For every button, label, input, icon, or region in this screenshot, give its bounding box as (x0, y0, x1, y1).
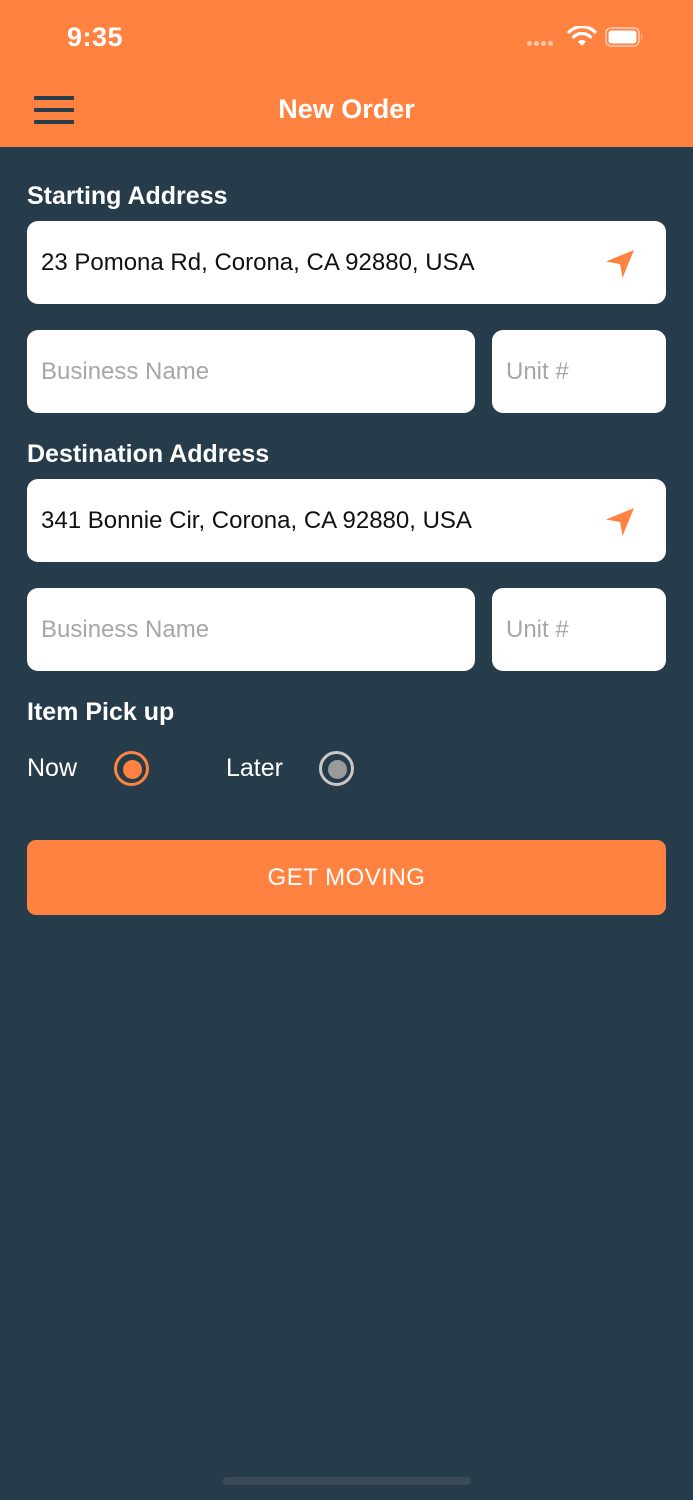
destination-unit-input[interactable] (506, 588, 652, 671)
pickup-later-label: Later (226, 754, 283, 782)
pickup-now-label: Now (27, 754, 78, 782)
wifi-icon (567, 26, 597, 46)
starting-address-label: Starting Address (27, 182, 228, 210)
home-indicator (223, 1477, 471, 1485)
destination-business-field (27, 588, 475, 671)
cellular-signal-icon (527, 41, 559, 47)
status-time: 9:35 (67, 22, 124, 52)
starting-unit-field (492, 330, 666, 413)
location-arrow-icon[interactable] (604, 506, 636, 538)
destination-address-label: Destination Address (27, 440, 270, 468)
battery-icon (605, 27, 643, 47)
location-arrow-icon[interactable] (604, 248, 636, 280)
starting-address-input[interactable] (41, 221, 610, 304)
starting-address-field (27, 221, 666, 304)
starting-unit-input[interactable] (506, 330, 652, 413)
destination-unit-field (492, 588, 666, 671)
radio-dot (328, 760, 347, 779)
destination-address-input[interactable] (41, 479, 610, 562)
get-moving-button[interactable]: GET MOVING (27, 840, 666, 915)
destination-business-name-input[interactable] (41, 588, 419, 671)
app-header: 9:35 New Order (0, 0, 693, 147)
pickup-now-radio[interactable] (114, 751, 149, 786)
starting-business-name-input[interactable] (41, 330, 419, 413)
pickup-label: Item Pick up (27, 698, 175, 726)
radio-selected-dot (123, 760, 142, 779)
page-title: New Order (278, 94, 415, 124)
pickup-later-radio[interactable] (319, 751, 354, 786)
starting-business-field (27, 330, 475, 413)
destination-address-field (27, 479, 666, 562)
